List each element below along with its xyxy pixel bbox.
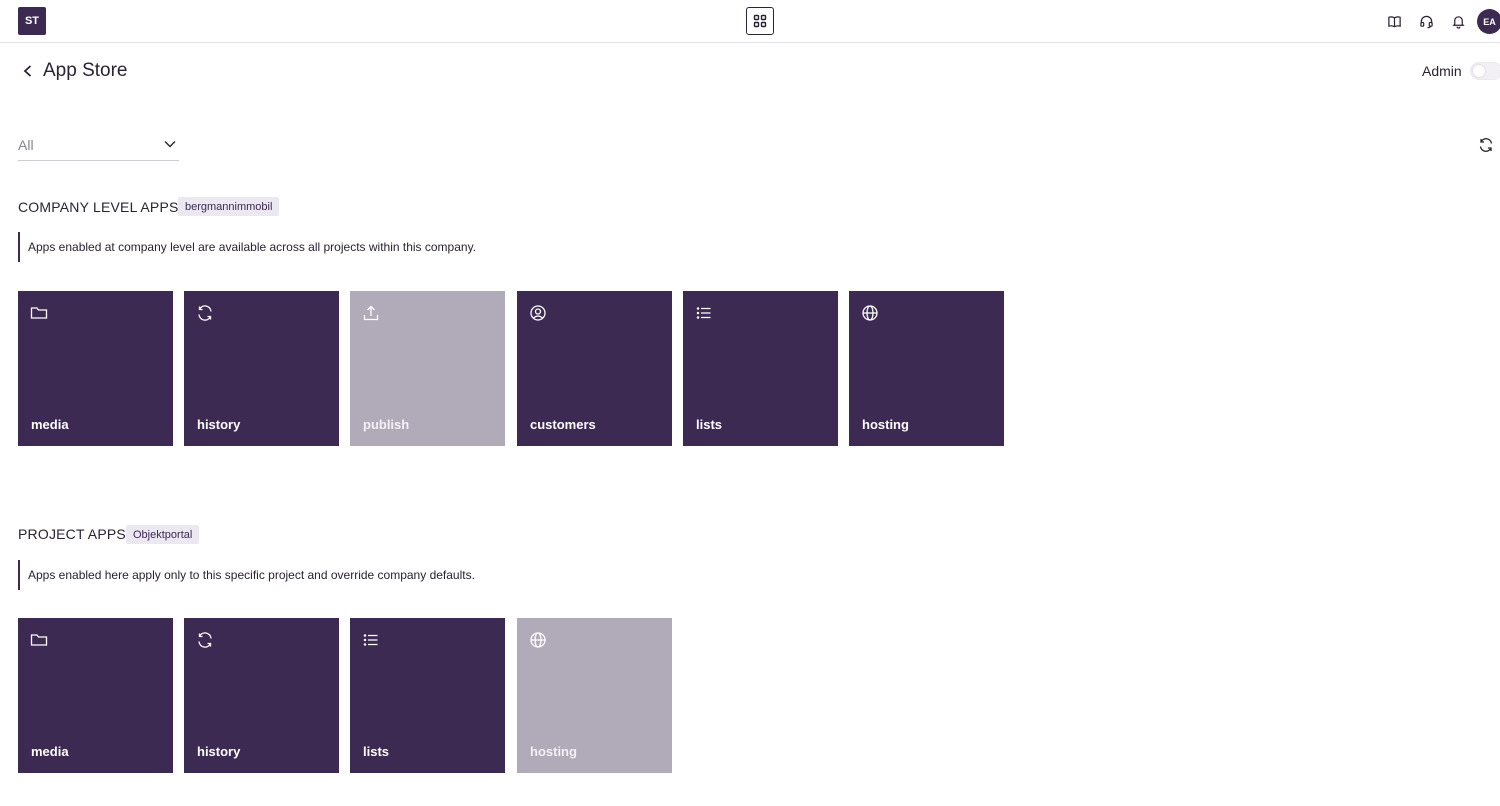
refresh-button[interactable] (1476, 135, 1496, 155)
page-title: App Store (43, 60, 128, 81)
company-app-tile-hosting[interactable]: hosting (849, 291, 1004, 446)
book-icon (1387, 15, 1401, 27)
upload-icon (363, 305, 379, 321)
app-tile-label: publish (363, 417, 410, 432)
globe-icon (530, 632, 546, 648)
company-app-tile-history[interactable]: history (184, 291, 339, 446)
company-apps-heading: COMPANY LEVEL APPS (18, 199, 179, 215)
docs-button[interactable] (1384, 11, 1404, 31)
headset-icon (1419, 15, 1433, 28)
avatar[interactable]: EA (1477, 9, 1500, 34)
folder-icon (30, 634, 48, 646)
project-app-tile-history[interactable]: history (184, 618, 339, 773)
project-badge: Objektportal (126, 525, 200, 544)
globe-icon (862, 305, 878, 321)
list-icon (696, 307, 711, 319)
company-app-tile-lists[interactable]: lists (683, 291, 838, 446)
bell-icon (1451, 15, 1465, 29)
list-icon (363, 634, 378, 646)
admin-label: Admin (1422, 63, 1462, 79)
filter-selected-value: All (18, 137, 34, 153)
company-app-tile-customers[interactable]: customers (517, 291, 672, 446)
company-badge: bergmannimmobil (178, 197, 280, 216)
app-tile-label: media (31, 417, 69, 432)
app-tile-label: history (197, 417, 241, 432)
company-app-tile-publish[interactable]: publish (350, 291, 505, 446)
app-tile-label: lists (363, 744, 390, 759)
user-circle-icon (530, 305, 546, 321)
admin-toggle[interactable] (1470, 62, 1500, 80)
chevron-down-icon (164, 141, 176, 148)
notifications-button[interactable] (1448, 11, 1468, 31)
app-tile-label: lists (696, 417, 723, 432)
project-app-tile-hosting[interactable]: hosting (517, 618, 672, 773)
project-apps-note: Apps enabled here apply only to this spe… (18, 560, 718, 590)
app-launcher-button[interactable] (746, 7, 774, 35)
project-app-tile-media[interactable]: media (18, 618, 173, 773)
app-tile-label: hosting (862, 417, 909, 432)
app-tile-label: history (197, 744, 241, 759)
company-apps-note: Apps enabled at company level are availa… (18, 232, 718, 262)
refresh-icon (198, 632, 212, 648)
refresh-icon (198, 305, 212, 321)
category-filter-select[interactable]: All (18, 132, 179, 161)
toggle-knob (1473, 65, 1485, 77)
top-bar: ST EA (0, 0, 1500, 43)
company-app-tile-media[interactable]: media (18, 291, 173, 446)
support-button[interactable] (1416, 11, 1436, 31)
app-tile-label: hosting (530, 744, 577, 759)
app-tile-label: customers (530, 417, 596, 432)
back-button[interactable] (18, 61, 38, 81)
logo[interactable]: ST (18, 7, 46, 35)
refresh-icon (1479, 138, 1493, 152)
project-apps-heading: PROJECT APPS (18, 526, 126, 542)
folder-icon (30, 307, 48, 319)
project-app-tile-lists[interactable]: lists (350, 618, 505, 773)
grid-icon (753, 14, 767, 28)
chevron-left-icon (23, 65, 32, 77)
app-tile-label: media (31, 744, 69, 759)
